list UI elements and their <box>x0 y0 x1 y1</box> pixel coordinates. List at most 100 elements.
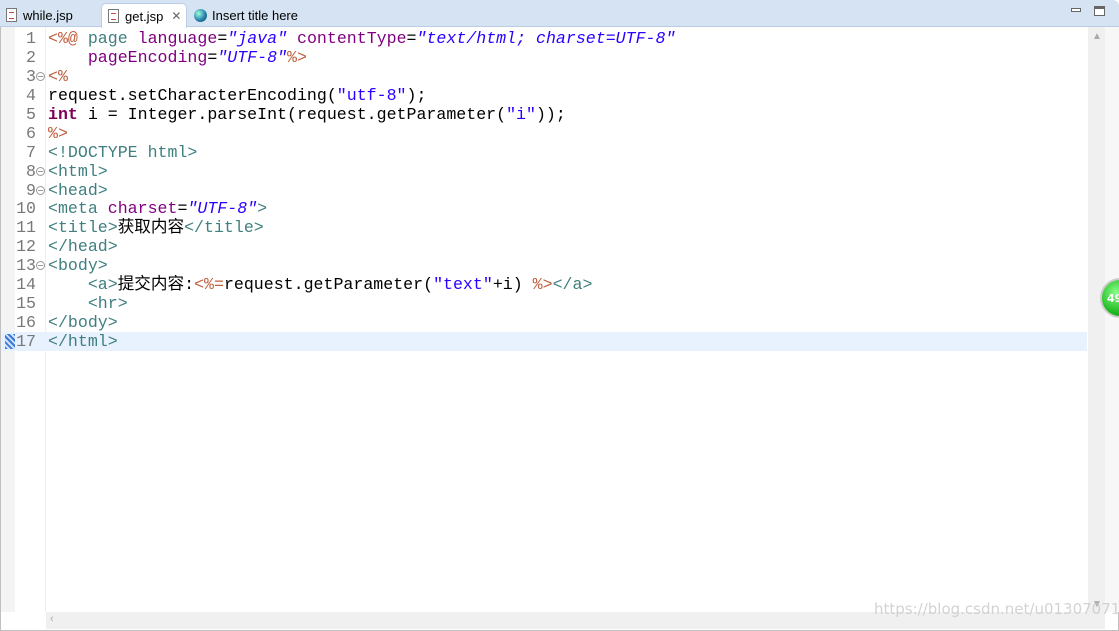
maximize-button[interactable] <box>1094 6 1105 16</box>
tab-while-jsp[interactable]: while.jsp <box>0 3 100 27</box>
code-text: <%@ page language="java" contentType="te… <box>48 29 675 48</box>
token-txt: = <box>406 29 417 48</box>
vertical-scrollbar[interactable]: ▲ ▼ <box>1088 27 1105 612</box>
code-editor[interactable]: 1 <%@ page language="java" contentType="t… <box>0 27 1119 631</box>
code-text: </html> <box>48 332 118 351</box>
token-tag: page <box>87 29 138 48</box>
code-line[interactable]: 16 </body> <box>1 313 1087 332</box>
scroll-up-icon[interactable]: ▲ <box>1092 31 1102 42</box>
code-line[interactable]: 11 <title>获取内容</title> <box>1 218 1087 237</box>
token-tag: <meta <box>48 199 108 219</box>
token-attr: language <box>137 29 218 48</box>
code-text: <% <box>48 67 68 86</box>
token-attr: contentType <box>297 29 407 48</box>
token-tag: <!DOCTYPE html> <box>48 142 198 162</box>
code-line[interactable]: 4 request.setCharacterEncoding("utf-8"); <box>1 86 1087 105</box>
code-line[interactable]: 8− <html> <box>1 162 1087 181</box>
line-number: 1 <box>26 29 36 48</box>
token-txt: = <box>207 47 218 67</box>
token-txt: 获取内容 <box>117 218 185 238</box>
code-text: %> <box>48 124 68 143</box>
code-text: <head> <box>48 181 108 200</box>
line-number: 2 <box>26 47 36 67</box>
close-tab-icon[interactable]: ✕ <box>171 9 181 23</box>
fold-toggle-icon[interactable]: − <box>36 261 45 271</box>
fold-toggle-icon[interactable]: − <box>36 185 45 195</box>
token-txt: request.setCharacterEncoding( <box>48 85 337 105</box>
globe-icon <box>194 8 207 22</box>
code-text: <body> <box>48 256 108 275</box>
tab-label: while.jsp <box>23 7 73 23</box>
code-line[interactable]: 6 %> <box>1 124 1087 143</box>
code-line[interactable]: 12 </head> <box>1 237 1087 256</box>
token-txt: = <box>217 29 228 48</box>
fold-toggle-icon[interactable]: − <box>36 71 45 81</box>
tab-get-jsp[interactable]: get.jsp ✕ <box>101 3 187 28</box>
token-jsp: <% <box>48 66 68 86</box>
code-line[interactable]: 5 int i = Integer.parseInt(request.getPar… <box>1 105 1087 124</box>
code-line[interactable]: 17 </html> <box>1 332 1087 351</box>
code-line[interactable]: 3− <% <box>1 67 1087 86</box>
line-number: 15 <box>16 294 36 314</box>
code-line[interactable]: 13− <body> <box>1 256 1087 275</box>
token-val: "UTF-8" <box>217 47 288 67</box>
code-text: <hr> <box>48 294 128 313</box>
code-text: </body> <box>48 313 118 332</box>
token-txt: 提交内容: <box>117 275 195 295</box>
jsp-file-icon <box>6 8 17 22</box>
token-jsp: %> <box>287 47 307 67</box>
tab-label: Insert title here <box>212 7 298 23</box>
code-line[interactable]: 15 <hr> <box>1 294 1087 313</box>
line-number: 16 <box>16 313 36 333</box>
code-line[interactable]: 10 <meta charset="UTF-8"> <box>1 199 1087 218</box>
minimize-button[interactable] <box>1071 8 1081 12</box>
token-attr: pageEncoding <box>87 47 208 67</box>
token-tag: </title> <box>184 218 264 238</box>
code-line[interactable]: 9− <head> <box>1 181 1087 200</box>
code-text: <!DOCTYPE html> <box>48 143 197 162</box>
token-tag: </head> <box>48 237 118 257</box>
tab-insert-title-here[interactable]: Insert title here <box>188 3 328 27</box>
token-jsp: <%@ <box>48 29 88 48</box>
line-number: 13 <box>16 256 36 276</box>
fold-toggle-icon[interactable]: − <box>36 166 45 176</box>
line-number: 4 <box>26 85 36 105</box>
line-number: 6 <box>26 123 36 143</box>
token-tag: <a> <box>87 275 118 295</box>
line-number: 9 <box>26 180 36 200</box>
code-text: request.setCharacterEncoding("utf-8"); <box>48 86 426 105</box>
overview-ruler <box>1105 27 1119 612</box>
token-str: "text" <box>433 275 493 295</box>
token-attr: charset <box>107 199 178 219</box>
token-tag: <head> <box>48 180 108 200</box>
line-number: 3 <box>26 66 36 86</box>
token-txt: +i) <box>492 275 533 295</box>
line-number: 12 <box>16 237 36 257</box>
scroll-left-icon[interactable]: ‹ <box>50 613 54 625</box>
code-line[interactable]: 1 <%@ page language="java" contentType="t… <box>1 29 1087 48</box>
token-tag: <hr> <box>87 294 128 314</box>
editor-tab-bar: while.jsp get.jsp ✕ Insert title here <box>0 0 1119 28</box>
code-line[interactable]: 14 <a>提交内容:<%=request.getParameter("text… <box>1 275 1087 294</box>
line-number: 17 <box>16 332 36 351</box>
code-text: <meta charset="UTF-8"> <box>48 199 267 218</box>
code-line[interactable]: 7 <!DOCTYPE html> <box>1 143 1087 162</box>
token-str: "i" <box>506 104 536 124</box>
code-text: </head> <box>48 237 118 256</box>
code-text: pageEncoding="UTF-8"%> <box>48 48 307 67</box>
token-jsp: %> <box>532 275 553 295</box>
line-number: 7 <box>26 142 36 162</box>
token-txt: i = Integer.parseInt(request.getParamete… <box>77 104 507 124</box>
token-tag: <title> <box>48 218 118 238</box>
code-text: <title>获取内容</title> <box>48 218 264 237</box>
token-txt: ); <box>406 85 427 105</box>
code-text: int i = Integer.parseInt(request.getPara… <box>48 105 566 124</box>
code-lines[interactable]: 1 <%@ page language="java" contentType="t… <box>1 29 1087 351</box>
token-val: "java" <box>227 29 288 48</box>
jsp-file-icon <box>108 9 119 23</box>
code-text: <a>提交内容:<%=request.getParameter("text"+i… <box>48 275 593 295</box>
code-line[interactable]: 2 pageEncoding="UTF-8"%> <box>1 48 1087 67</box>
